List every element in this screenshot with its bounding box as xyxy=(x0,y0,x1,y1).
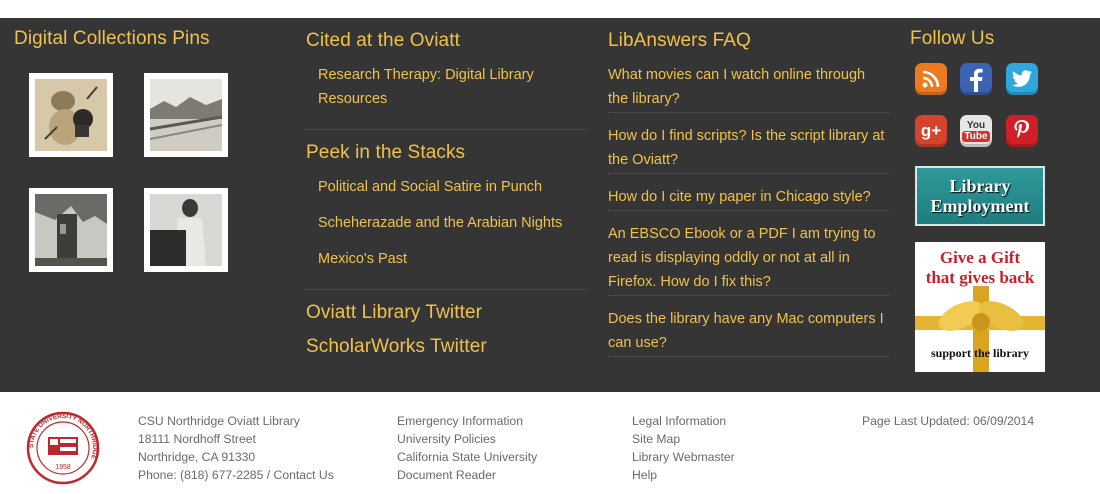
phone-number: Phone: (818) 677-2285 xyxy=(138,468,264,482)
peek-link-mexico[interactable]: Mexico's Past xyxy=(318,247,407,271)
address-line: 18111 Nordhoff Street xyxy=(138,432,256,446)
footer-address-block: CSU Northridge Oviatt Library 18111 Nord… xyxy=(138,412,334,484)
faq-line: Does the library have any Mac computers … xyxy=(608,311,884,327)
youtube-icon[interactable]: You Tube xyxy=(960,115,992,147)
peek-link-satire[interactable]: Political and Social Satire in Punch xyxy=(318,175,542,199)
address-line: Northridge, CA 91330 xyxy=(138,450,256,464)
peek-heading: Peek in the Stacks xyxy=(306,142,466,163)
faq-line: the library? xyxy=(608,91,680,107)
follow-heading: Follow Us xyxy=(910,28,995,49)
portrait-photo xyxy=(150,194,222,266)
divider xyxy=(608,356,890,357)
faq-line: What movies can I watch online through xyxy=(608,67,866,83)
cited-link-research-therapy[interactable]: Research Therapy: Digital Library Resour… xyxy=(318,63,534,111)
pinterest-icon[interactable] xyxy=(1006,115,1038,147)
monument-photo xyxy=(35,194,107,266)
cited-link-line: Research Therapy: Digital Library xyxy=(318,67,534,83)
contact-us-link[interactable]: Contact Us xyxy=(274,468,334,482)
faq-item-scripts[interactable]: How do I find scripts? Is the script lib… xyxy=(608,124,884,172)
faq-item-chicago[interactable]: How do I cite my paper in Chicago style? xyxy=(608,185,871,209)
google-plus-glyph: g+ xyxy=(920,121,942,140)
help-link[interactable]: Help xyxy=(632,466,735,484)
faq-heading: LibAnswers FAQ xyxy=(608,30,751,51)
twitter-bird-glyph xyxy=(1012,70,1032,87)
cartoon-image xyxy=(35,79,107,151)
university-policies-link[interactable]: University Policies xyxy=(397,430,537,448)
faq-line: can use? xyxy=(608,335,667,351)
faq-item-ebsco[interactable]: An EBSCO Ebook or a PDF I am trying to r… xyxy=(608,222,876,294)
legal-information-link[interactable]: Legal Information xyxy=(632,412,735,430)
scholarworks-twitter-link[interactable]: ScholarWorks Twitter xyxy=(306,336,487,358)
library-webmaster-link[interactable]: Library Webmaster xyxy=(632,448,735,466)
divider xyxy=(608,112,890,113)
twitter-icon[interactable] xyxy=(1006,63,1038,95)
faq-line: Firefox. How do I fix this? xyxy=(608,274,771,290)
footer-links-col2: Emergency Information University Policie… xyxy=(397,412,537,484)
facebook-glyph xyxy=(970,68,983,92)
page-last-updated: Page Last Updated: 06/09/2014 xyxy=(862,414,1035,428)
pin-thumbnail-landscape[interactable] xyxy=(144,73,228,157)
rss-glyph xyxy=(922,70,940,88)
faq-line: the Oviatt? xyxy=(608,152,679,168)
faq-line: How do I find scripts? Is the script lib… xyxy=(608,128,885,144)
employment-line: Employment xyxy=(930,196,1030,216)
seal-year-text: 1958 xyxy=(55,464,71,471)
pin-thumbnail-portrait[interactable] xyxy=(144,188,228,272)
pinterest-glyph xyxy=(1014,120,1029,138)
pin-thumbnail-monument[interactable] xyxy=(29,188,113,272)
california-state-university-link[interactable]: California State University xyxy=(397,448,537,466)
gift-caption: support the library xyxy=(930,346,1029,360)
csun-seal-logo: STATE UNIVERSITY NORTHRIDGE 1958 xyxy=(26,411,100,485)
document-reader-link[interactable]: Document Reader xyxy=(397,466,537,484)
divider xyxy=(608,295,890,296)
pins-heading: Digital Collections Pins xyxy=(14,28,210,49)
footer-links-col3: Legal Information Site Map Library Webma… xyxy=(632,412,735,484)
gift-line: that gives back xyxy=(925,268,1035,287)
emergency-information-link[interactable]: Emergency Information xyxy=(397,412,537,430)
employment-line: Library xyxy=(949,176,1011,196)
divider xyxy=(608,210,890,211)
gift-line: Give a Gift xyxy=(939,248,1021,267)
google-plus-icon[interactable]: g+ xyxy=(915,115,947,147)
facebook-icon[interactable] xyxy=(960,63,992,95)
cited-heading: Cited at the Oviatt xyxy=(306,30,460,51)
faq-line: read is displaying oddly or not at all i… xyxy=(608,250,850,266)
address-line: CSU Northridge Oviatt Library xyxy=(138,414,300,428)
site-map-link[interactable]: Site Map xyxy=(632,430,735,448)
divider xyxy=(306,289,588,290)
faq-line: An EBSCO Ebook or a PDF I am trying to xyxy=(608,226,876,242)
youtube-glyph-bottom: Tube xyxy=(962,131,990,142)
divider xyxy=(306,129,588,130)
peek-link-scheherazade[interactable]: Scheherazade and the Arabian Nights xyxy=(318,211,562,235)
phone-line: Phone: (818) 677-2285 / Contact Us xyxy=(138,466,334,484)
divider xyxy=(608,173,890,174)
oviatt-twitter-link[interactable]: Oviatt Library Twitter xyxy=(306,302,482,324)
separator: / xyxy=(263,468,274,482)
cited-link-line: Resources xyxy=(318,91,388,107)
faq-item-mac[interactable]: Does the library have any Mac computers … xyxy=(608,307,884,355)
landscape-photo xyxy=(149,79,223,151)
youtube-glyph-top: You xyxy=(966,120,986,131)
pin-thumbnail-cartoon[interactable] xyxy=(29,73,113,157)
give-a-gift-banner[interactable]: Give a Gift that gives back support the … xyxy=(915,242,1045,372)
library-employment-banner[interactable]: Library Employment xyxy=(915,166,1045,226)
faq-line: How do I cite my paper in Chicago style? xyxy=(608,189,871,205)
rss-icon[interactable] xyxy=(915,63,947,95)
faq-item-movies[interactable]: What movies can I watch online through t… xyxy=(608,63,865,111)
